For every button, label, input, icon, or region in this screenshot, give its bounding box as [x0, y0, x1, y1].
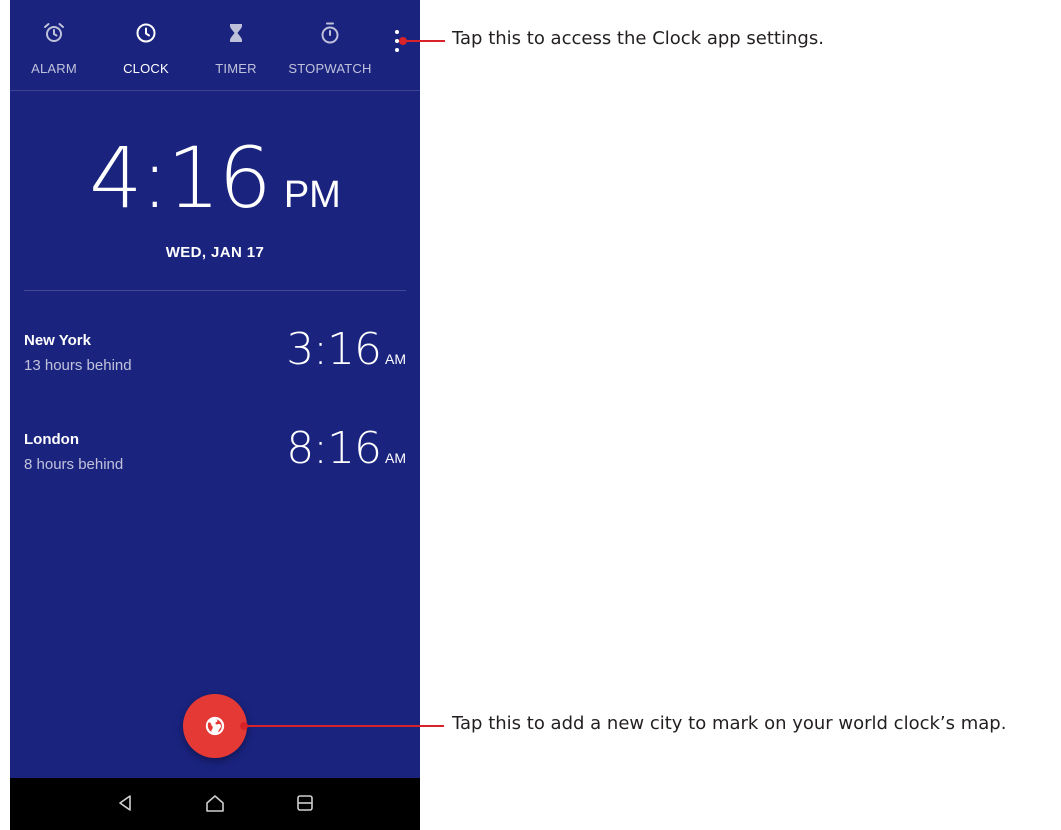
- city-time-value: 8:16: [286, 423, 382, 474]
- callout-line: [403, 40, 445, 42]
- city-row[interactable]: London 8 hours behind 8:16 AM: [24, 423, 406, 491]
- city-offset: 13 hours behind: [24, 357, 132, 374]
- tab-timer[interactable]: TIMER: [208, 0, 264, 90]
- globe-icon: [205, 716, 225, 736]
- tab-clock[interactable]: CLOCK: [118, 0, 174, 90]
- city-name: New York: [24, 332, 91, 349]
- tab-stopwatch-label: STOPWATCH: [288, 61, 372, 76]
- main-time-ampm: PM: [283, 174, 341, 216]
- tab-stopwatch[interactable]: STOPWATCH: [280, 0, 380, 90]
- divider: [24, 290, 406, 291]
- clock-app-screen: ALARM CLOCK TIMER STOPWATCH 4:16 PM WED,…: [10, 0, 420, 830]
- tab-timer-label: TIMER: [215, 61, 257, 76]
- tab-clock-label: CLOCK: [123, 61, 169, 76]
- main-clock-date: WED, JAN 17: [165, 244, 265, 261]
- city-time-ampm: AM: [385, 450, 406, 466]
- tab-alarm-label: ALARM: [31, 61, 77, 76]
- alarm-icon: [44, 23, 64, 42]
- city-time: 8:16 AM: [286, 423, 406, 474]
- main-time-value: 4:16: [89, 129, 272, 227]
- add-city-callout-text: Tap this to add a new city to mark on yo…: [452, 713, 1007, 734]
- city-name: London: [24, 431, 79, 448]
- city-row[interactable]: New York 13 hours behind 3:16 AM: [24, 324, 406, 392]
- tab-bar: ALARM CLOCK TIMER STOPWATCH: [10, 0, 420, 91]
- callout-line: [244, 725, 444, 727]
- city-time-value: 3:16: [286, 324, 382, 375]
- clock-icon: [136, 23, 156, 43]
- timer-icon: [230, 24, 242, 42]
- main-clock-time: 4:16 PM: [10, 128, 420, 228]
- tab-alarm[interactable]: ALARM: [26, 0, 82, 90]
- city-time-ampm: AM: [385, 351, 406, 367]
- stopwatch-icon: [321, 22, 339, 44]
- back-icon[interactable]: [114, 792, 136, 814]
- city-offset: 8 hours behind: [24, 456, 124, 473]
- add-city-button[interactable]: [183, 694, 247, 758]
- home-icon[interactable]: [204, 792, 226, 814]
- settings-callout-text: Tap this to access the Clock app setting…: [452, 28, 824, 49]
- city-time: 3:16 AM: [286, 324, 406, 375]
- recents-icon[interactable]: [294, 792, 316, 814]
- system-navbar: [10, 778, 420, 830]
